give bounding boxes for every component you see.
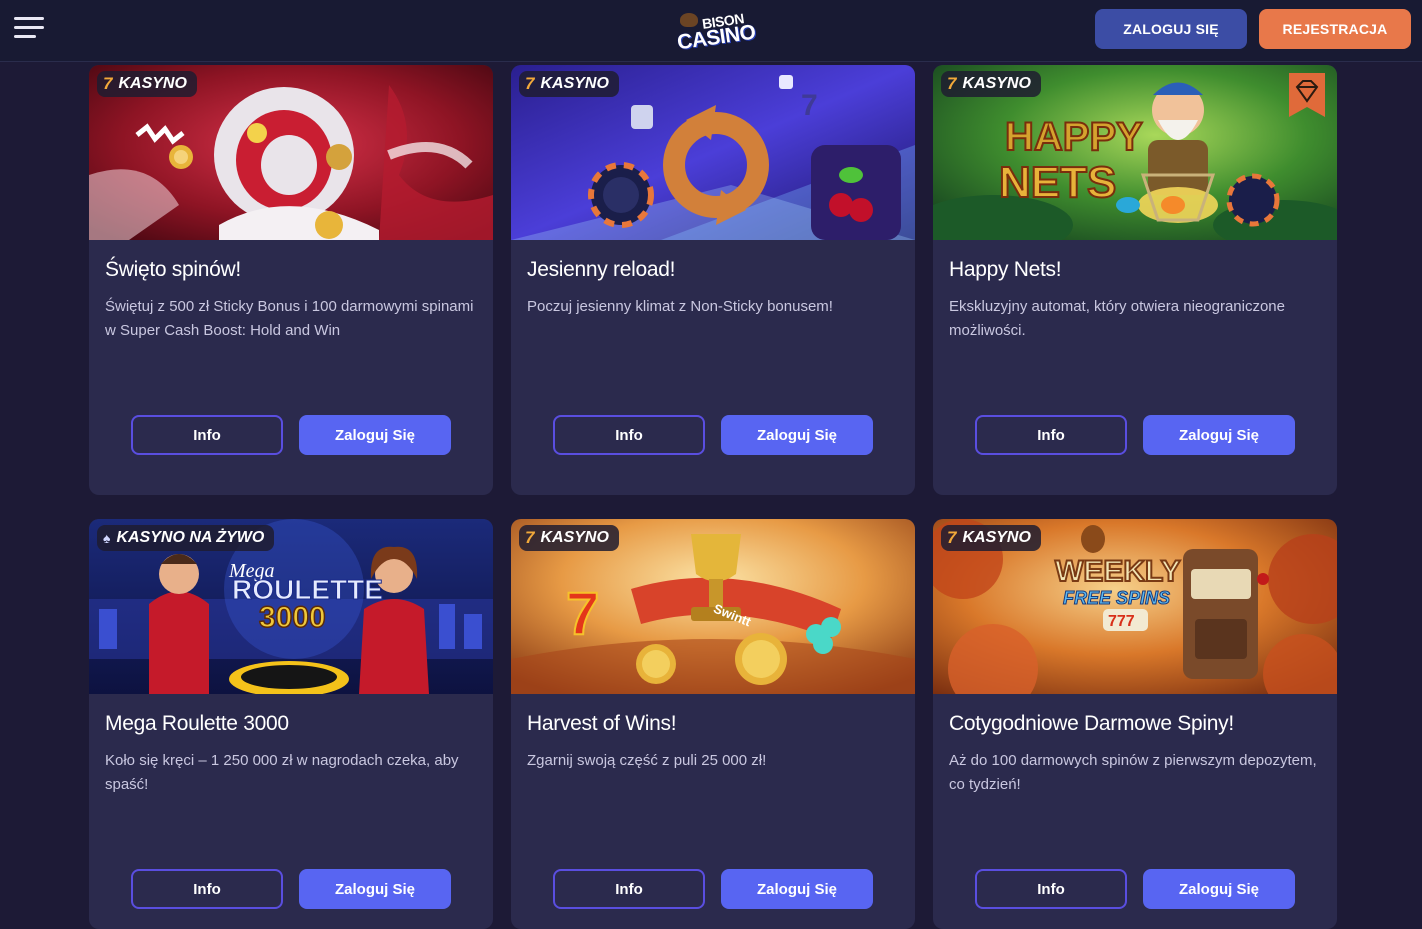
promo-title: Mega Roulette 3000 [105,712,289,735]
category-badge: ♠ KASYNO NA ŻYWO [97,525,275,551]
promo-image-text: NETS [999,158,1116,207]
promo-title: Happy Nets! [949,258,1062,281]
promo-description: Poczuj jesienny klimat z Non-Sticky bonu… [527,298,833,315]
login-button[interactable]: Zaloguj Się [299,869,451,909]
promo-card: 7 7 KASYNO Jesienny reload! Poczuj jesie… [511,65,915,495]
promo-title: Jesienny reload! [527,258,676,281]
svg-text:7: 7 [566,580,599,647]
promo-card: 7 KASYNO Święto spinów! Świętuj z 500 zł… [89,65,493,495]
info-button[interactable]: Info [131,415,283,455]
login-button[interactable]: Zaloguj Się [721,869,873,909]
category-badge: 7 KASYNO [941,525,1041,551]
promo-image-text: 3000 [259,601,326,634]
promo-title: Cotygodniowe Darmowe Spiny! [949,712,1234,735]
login-button[interactable]: Zaloguj Się [299,415,451,455]
promo-image-text: WEEKLY [1055,555,1181,588]
category-badge: 7 KASYNO [97,71,197,97]
promo-description: Koło się kręci – 1 250 000 zł w nagrodac… [105,752,459,793]
info-button[interactable]: Info [975,415,1127,455]
seven-icon: 7 [947,528,957,547]
info-button[interactable]: Info [975,869,1127,909]
promo-description: Zgarnij swoją część z puli 25 000 zł! [527,752,767,769]
spade-icon: ♠ [103,530,111,546]
info-button[interactable]: Info [553,415,705,455]
login-button[interactable]: ZALOGUJ SIĘ [1095,9,1247,49]
seven-icon: 7 [525,74,535,93]
promo-description: Ekskluzyjny automat, który otwiera nieog… [949,298,1285,339]
promo-image-text: FREE SPINS [1063,588,1170,608]
promo-card: HAPPY NETS 7 KASYNO Happy Nets! Ekskluzy… [933,65,1337,495]
promo-image-text: HAPPY [1005,115,1143,159]
promo-card: 7 Swintt 7 KASYNO Harvest of Wins! Zgarn… [511,519,915,929]
promo-description: Świętuj z 500 zł Sticky Bonus i 100 darm… [105,298,474,339]
promo-title: Harvest of Wins! [527,712,677,735]
register-button[interactable]: REJESTRACJA [1259,9,1411,49]
category-badge: 7 KASYNO [519,71,619,97]
promo-card: 777 WEEKLY FREE SPINS 7 KASYNO Cotygodni… [933,519,1337,929]
category-badge: 7 KASYNO [941,71,1041,97]
svg-text:7: 7 [801,89,818,122]
category-badge: 7 KASYNO [519,525,619,551]
info-button[interactable]: Info [131,869,283,909]
top-header: BISON CASINO ZALOGUJ SIĘ REJESTRACJA [0,0,1422,62]
promo-card: Mega ROULETTE 3000 ♠ KASYNO NA ŻYWO Mega… [89,519,493,929]
diamond-icon [1289,73,1325,117]
seven-icon: 7 [947,74,957,93]
seven-icon: 7 [103,74,113,93]
promo-description: Aż do 100 darmowych spinów z pierwszym d… [949,752,1317,793]
promo-image-text: 777 [1108,613,1135,630]
seven-icon: 7 [525,528,535,547]
login-button[interactable]: Zaloguj Się [1143,415,1295,455]
promo-title: Święto spinów! [105,258,241,281]
login-button[interactable]: Zaloguj Się [721,415,873,455]
login-button[interactable]: Zaloguj Się [1143,869,1295,909]
bison-casino-logo[interactable]: BISON CASINO [674,10,757,54]
menu-icon[interactable] [14,17,44,39]
info-button[interactable]: Info [553,869,705,909]
